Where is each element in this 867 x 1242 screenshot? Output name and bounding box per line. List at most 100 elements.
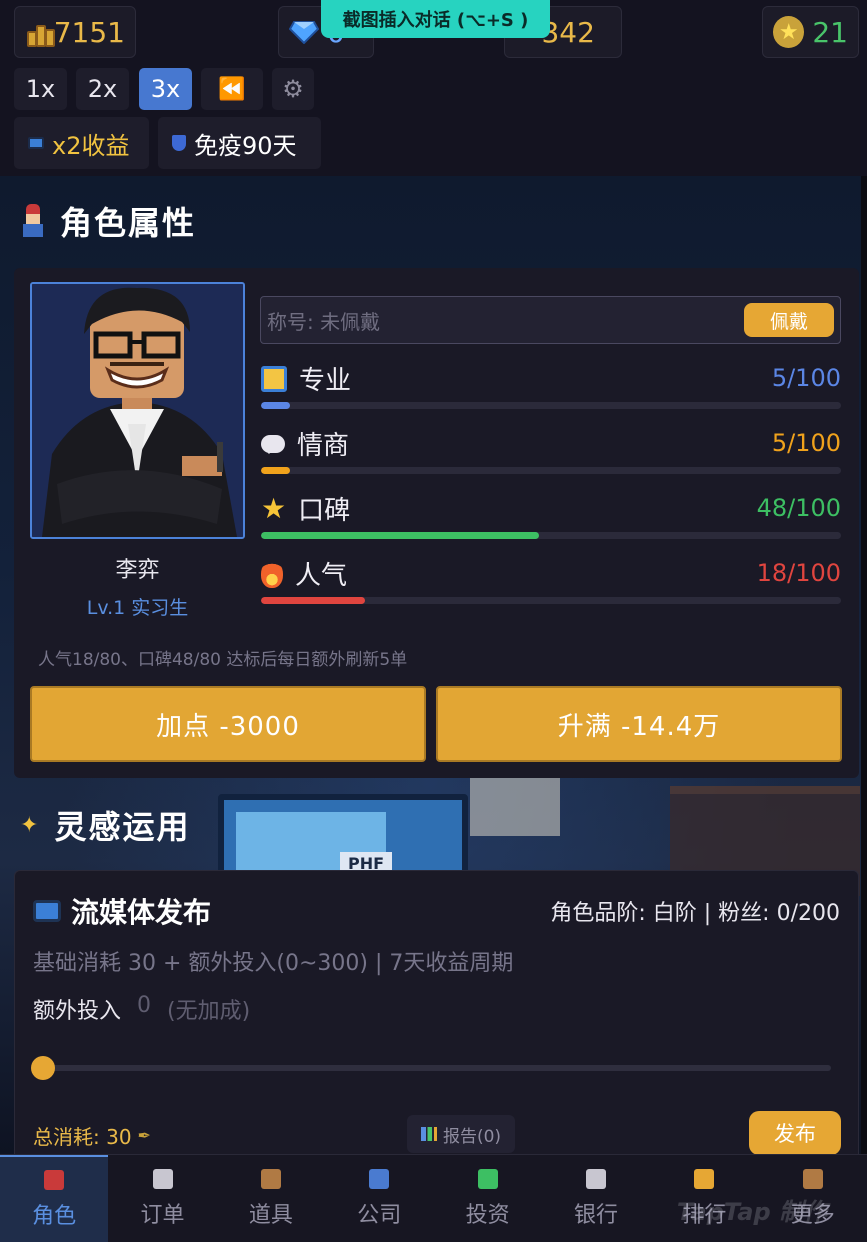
bar-chart-icon [420,1127,437,1141]
speed-2x-button[interactable]: 2x [76,68,129,110]
inspiration-title: 灵感运用 [54,808,191,846]
coins-value: 7151 [53,15,125,49]
taptap-watermark: TapTap 制作 [676,1198,827,1226]
nav-label: 角色 [32,1203,77,1229]
nav-invest[interactable]: 投资 [434,1155,542,1242]
attributes-title: 角色属性 [60,204,197,242]
clipboard-icon [152,1168,173,1189]
speed-1x-button[interactable]: 1x [14,68,67,110]
chart-icon [477,1168,498,1189]
stat-bar [261,532,841,539]
settings-button[interactable]: ⚙ [272,68,314,110]
rewind-button[interactable]: ⏪ [201,68,263,110]
star-coin-icon: ★ [773,16,805,48]
stream-description: 基础消耗 30 + 额外投入(0~300) | 7天收益周期 [33,951,514,976]
max-upgrade-button[interactable]: 升满 -14.4万 [436,686,842,762]
coins-icon [25,17,55,47]
speech-bubble-icon [261,434,285,454]
stream-title: 流媒体发布 [71,896,212,929]
nav-character[interactable]: 角色 [0,1155,109,1242]
nav-label: 投资 [465,1202,510,1228]
extra-label: 额外投入 [33,999,122,1024]
attributes-heading: 角色属性 [20,198,196,244]
stat-label: 口碑 [298,496,351,526]
stream-heading: 流媒体发布 [33,891,211,931]
double-income-label: x2收益 [52,131,130,160]
extra-value: 0 [137,993,152,1018]
title-slot: 称号: 未佩戴 佩戴 [260,296,841,344]
publish-button[interactable]: 发布 [749,1111,841,1155]
building-icon [369,1168,390,1189]
investment-slider-knob[interactable] [31,1056,55,1080]
attributes-panel: 李弈 Lv.1 实习生 称号: 未佩戴 佩戴 专业 5/100 情商 5/100… [14,268,859,778]
immunity-buff[interactable]: 免疫90天 [158,117,321,169]
stat-label: 情商 [297,431,350,461]
stat-value: 48/100 [756,494,841,522]
report-label: 报告(0) [442,1126,502,1147]
nav-label: 订单 [140,1202,185,1228]
nav-items[interactable]: 道具 [217,1155,325,1242]
character-icon [44,1169,65,1190]
box-icon [802,1168,823,1189]
stat-bar [261,597,841,604]
pen-icon: ✒ [137,1126,151,1145]
trophy-icon [694,1168,715,1189]
box-icon [260,1168,281,1189]
wear-title-button[interactable]: 佩戴 [744,303,834,337]
rewind-icon: ⏪ [218,76,246,102]
stat-bar-fill [261,532,540,539]
total-cost-label: 总消耗: 30 [33,1125,132,1149]
shield-icon [172,135,186,151]
extra-note: (无加成) [167,999,251,1024]
stat-value: 5/100 [771,429,841,457]
stat-bar-fill [261,402,290,409]
stat-bar-fill [261,467,290,474]
nav-company[interactable]: 公司 [325,1155,433,1242]
stat-bar [261,467,841,474]
character-level: Lv.1 实习生 [86,597,189,619]
character-avatar [32,284,243,537]
immunity-label: 免疫90天 [194,131,297,160]
refresh-hint: 人气18/80、口碑48/80 达标后每日额外刷新5单 [38,650,408,670]
top-bar: 7151 0 ✒ 342 ★ 21 截图插入对话 (⌥+S ) 1x 2x 3x… [0,0,867,176]
stat-popularity: 人气 18/100 [261,555,841,615]
bank-icon [586,1168,607,1189]
nav-bank[interactable]: 银行 [542,1155,650,1242]
nav-label: 道具 [248,1202,293,1228]
fire-icon [261,559,283,588]
tv-icon [33,900,61,922]
title-slot-text: 称号: 未佩戴 [267,309,381,334]
gear-icon: ⚙ [282,75,304,103]
stat-value: 18/100 [756,559,841,587]
inspiration-heading: ✦ 灵感运用 [20,802,190,848]
stat-professional: 专业 5/100 [261,360,841,420]
report-button[interactable]: 报告(0) [407,1115,515,1153]
sparkle-icon: ✦ [20,812,41,838]
character-icon [20,204,46,238]
character-name: 李弈 [115,558,160,583]
stream-grade: 角色品阶: 白阶 | 粉丝: 0/200 [550,901,840,926]
nav-label: 银行 [574,1202,619,1228]
background-poster [470,776,560,836]
stat-label: 人气 [295,561,348,591]
stat-reputation: ★ 口碑 48/100 [261,490,841,550]
stat-bar [261,402,841,409]
add-point-button[interactable]: 加点 -3000 [30,686,426,762]
character-portrait[interactable] [30,282,245,539]
extra-investment: 额外投入 0 (无加成) [33,993,250,1025]
coins-counter: 7151 [14,6,136,58]
diamond-icon [289,21,319,44]
total-cost: 总消耗: 30 ✒ [33,1121,151,1150]
stat-label: 专业 [299,366,352,396]
investment-slider-track[interactable] [43,1065,831,1071]
nav-orders[interactable]: 订单 [108,1155,216,1242]
stat-bar-fill [261,597,366,604]
speed-3x-button[interactable]: 3x [139,68,192,110]
double-income-buff[interactable]: x2收益 [14,117,149,169]
screenshot-toast: 截图插入对话 (⌥+S ) [321,0,550,38]
stat-eq: 情商 5/100 [261,425,841,485]
stream-panel: 流媒体发布 角色品阶: 白阶 | 粉丝: 0/200 基础消耗 30 + 额外投… [14,870,859,1155]
ruler-icon [261,365,287,392]
nav-label: 公司 [357,1202,402,1228]
star-icon: ★ [261,491,287,525]
